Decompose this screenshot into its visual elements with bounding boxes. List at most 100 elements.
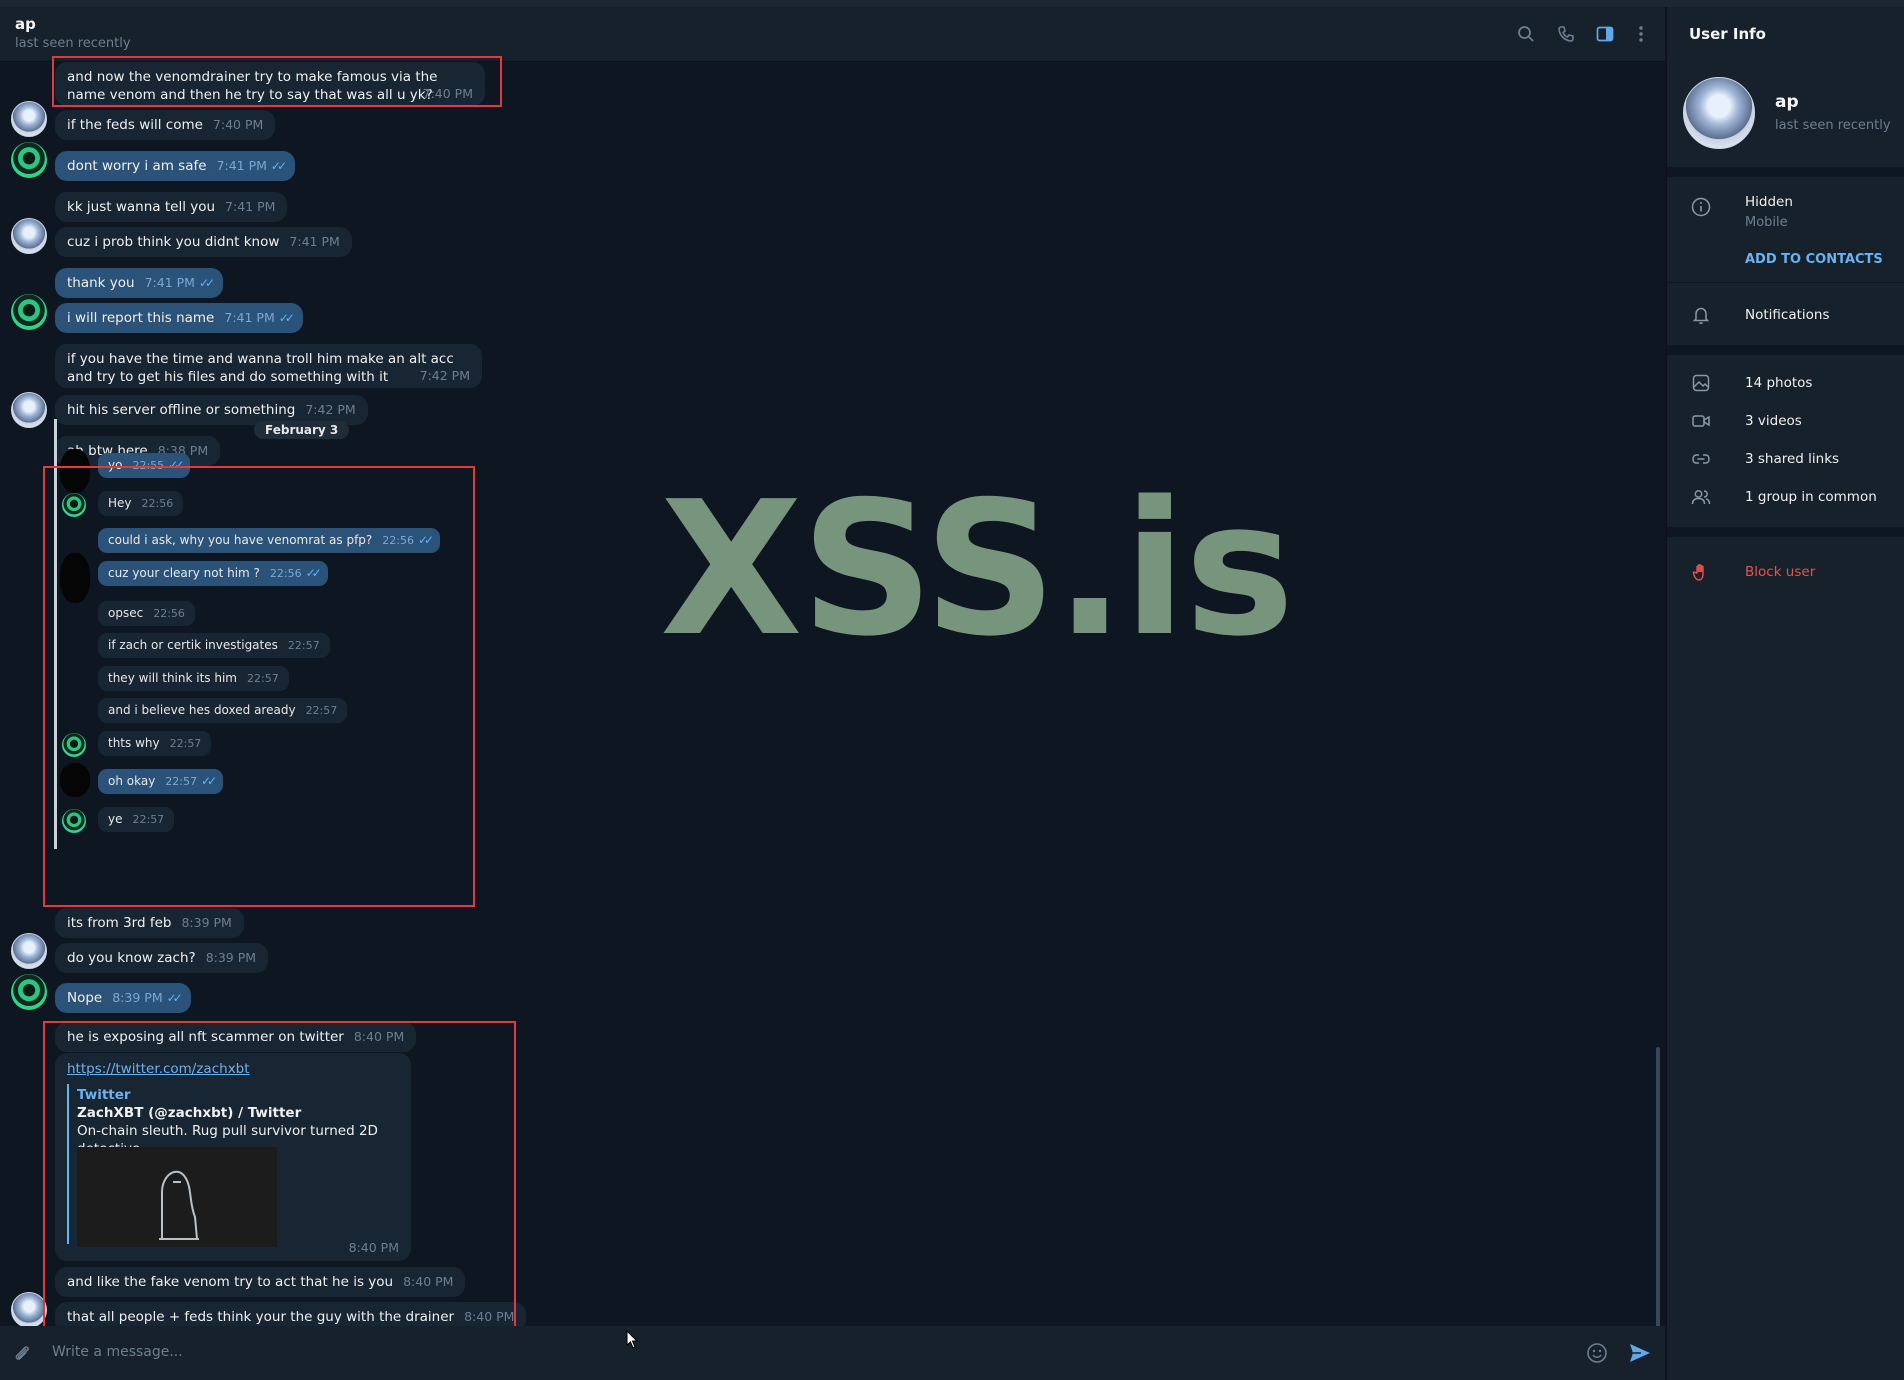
message-time: 22:55 — [132, 459, 165, 472]
avatar[interactable] — [11, 142, 47, 178]
screenshot-message: opsec 22:56 — [98, 601, 195, 626]
message-time: 7:41 PM — [224, 310, 275, 325]
link-preview-message[interactable]: https://twitter.com/zachxbt Twitter Zach… — [55, 1053, 411, 1261]
avatar — [62, 809, 86, 833]
message-time: 7:40 PM — [212, 117, 264, 132]
message-bubble[interactable]: dont worry i am safe 7:41 PM ✓✓ — [55, 151, 296, 181]
message-bubble[interactable]: if the feds will come 7:40 PM — [55, 110, 276, 140]
avatar — [62, 733, 86, 757]
message-bubble[interactable]: thank you 7:41 PM ✓✓ — [55, 268, 224, 298]
date-separator: February 3 — [254, 421, 350, 439]
shared-videos-link[interactable]: 3 videos — [1745, 413, 1802, 429]
screenshot-message: thts why 22:57 — [98, 731, 212, 756]
avatar[interactable] — [11, 974, 47, 1010]
screenshot-message: yo 22:55 ✓✓ — [98, 453, 191, 478]
message-bubble[interactable]: Nope 8:39 PM ✓✓ — [55, 983, 191, 1013]
message-text: and now the venomdrainer try to make fam… — [67, 69, 438, 103]
phone-icon[interactable] — [1555, 23, 1577, 45]
message-text: its from 3rd feb — [67, 915, 172, 931]
mouse-cursor-icon — [626, 1329, 640, 1350]
link-url[interactable]: https://twitter.com/zachxbt — [67, 1061, 250, 1077]
message-time: 7:41 PM — [225, 199, 276, 214]
notifications-toggle[interactable]: Notifications — [1745, 307, 1830, 323]
shared-photos-link[interactable]: 14 photos — [1745, 375, 1812, 391]
avatar — [62, 493, 86, 517]
avatar[interactable] — [11, 218, 47, 254]
message-bubble[interactable]: and like the fake venom try to act that … — [55, 1267, 466, 1297]
profile-avatar[interactable] — [1683, 77, 1755, 149]
more-vert-icon[interactable] — [1630, 23, 1652, 45]
user-info-panel: User Info ap last seen recently Hidden M… — [1666, 7, 1904, 1380]
message-text: kk just wanna tell you — [67, 199, 216, 215]
phone-value[interactable]: Hidden — [1745, 194, 1793, 210]
message-input[interactable] — [50, 1343, 1554, 1361]
sidebar-toggle-icon[interactable] — [1594, 23, 1616, 45]
hand-icon — [1691, 562, 1711, 582]
bell-icon — [1691, 305, 1711, 325]
video-icon — [1691, 411, 1711, 431]
message-text: thank you — [67, 275, 135, 291]
paperclip-icon[interactable] — [12, 1343, 34, 1365]
message-text: and like the fake venom try to act that … — [67, 1274, 394, 1290]
message-text: could i ask, why you have venomrat as pf… — [108, 533, 373, 547]
peer-status: last seen recently — [15, 36, 131, 51]
groups-in-common-link[interactable]: 1 group in common — [1745, 489, 1877, 505]
forwarded-screenshot[interactable]: February 3 yo 22:55 ✓✓ Hey 22:56 could i as… — [44, 413, 474, 849]
peer-name[interactable]: ap — [15, 15, 36, 33]
message-text: i will report this name — [67, 310, 215, 326]
message-time: 8:39 PM — [181, 915, 232, 930]
preview-image[interactable] — [77, 1147, 277, 1247]
message-time: 7:41 PM — [216, 158, 267, 173]
read-check-icon: ✓✓ — [417, 533, 434, 547]
message-text: Hey — [108, 496, 132, 510]
users-icon — [1691, 487, 1711, 507]
screenshot-message: cuz your cleary not him ? 22:56 ✓✓ — [98, 561, 328, 586]
block-user-button[interactable]: Block user — [1745, 564, 1815, 580]
preview-title: ZachXBT (@zachxbt) / Twitter — [77, 1105, 302, 1121]
message-time: 7:42 PM — [419, 368, 470, 383]
message-time: 8:40 PM — [348, 1240, 399, 1255]
read-check-icon: ✓✓ — [168, 458, 184, 472]
message-text: and i believe hes doxed aready — [108, 703, 296, 717]
scrollbar[interactable] — [1656, 1047, 1660, 1329]
shared-links-link[interactable]: 3 shared links — [1745, 451, 1839, 467]
message-time: 8:40 PM — [353, 1029, 405, 1044]
avatar[interactable] — [11, 294, 47, 330]
profile-name: ap — [1775, 92, 1799, 112]
screenshot-message: could i ask, why you have venomrat as pf… — [98, 528, 441, 553]
message-bubble[interactable]: cuz i prob think you didnt know 7:41 PM — [55, 227, 352, 257]
message-text: opsec — [108, 606, 144, 620]
ghost-drawing-icon — [159, 1170, 199, 1240]
message-bubble[interactable]: and now the venomdrainer try to make fam… — [55, 62, 485, 106]
message-text: that all people + feds think your the gu… — [67, 1309, 455, 1325]
message-time: 22:57 — [287, 639, 320, 652]
chat-header: ap last seen recently — [0, 7, 1665, 62]
message-bubble[interactable]: its from 3rd feb 8:39 PM — [55, 908, 244, 938]
send-icon[interactable] — [1628, 1342, 1652, 1364]
message-time: 7:40 PM — [422, 86, 473, 101]
link-preview[interactable]: Twitter ZachXBT (@zachxbt) / Twitter On-… — [67, 1084, 397, 1247]
message-text: if the feds will come — [67, 117, 203, 133]
message-bubble[interactable]: he is exposing all nft scammer on twitte… — [55, 1022, 417, 1052]
message-text: dont worry i am safe — [67, 158, 207, 174]
add-to-contacts-button[interactable]: ADD TO CONTACTS — [1745, 252, 1883, 267]
message-bubble[interactable]: do you know zach? 8:39 PM — [55, 943, 269, 973]
phone-label: Mobile — [1745, 215, 1788, 230]
message-text: yo — [108, 458, 123, 472]
message-time: 22:57 — [247, 672, 279, 685]
search-icon[interactable] — [1515, 23, 1537, 45]
panel-title: User Info — [1689, 25, 1766, 43]
emoji-icon[interactable] — [1586, 1342, 1608, 1364]
message-bubble[interactable]: i will report this name 7:41 PM ✓✓ — [55, 303, 303, 333]
message-bubble[interactable]: if you have the time and wanna troll him… — [55, 344, 482, 388]
composer — [0, 1326, 1665, 1380]
message-time: 7:41 PM — [289, 234, 340, 249]
avatar[interactable] — [11, 933, 47, 969]
divider — [1667, 167, 1904, 177]
message-time: 22:57 — [132, 813, 165, 826]
screenshot-border — [54, 419, 57, 849]
avatar[interactable] — [11, 101, 47, 137]
message-bubble[interactable]: kk just wanna tell you 7:41 PM — [55, 192, 288, 222]
avatar[interactable] — [11, 392, 47, 428]
avatar[interactable] — [11, 1292, 47, 1328]
